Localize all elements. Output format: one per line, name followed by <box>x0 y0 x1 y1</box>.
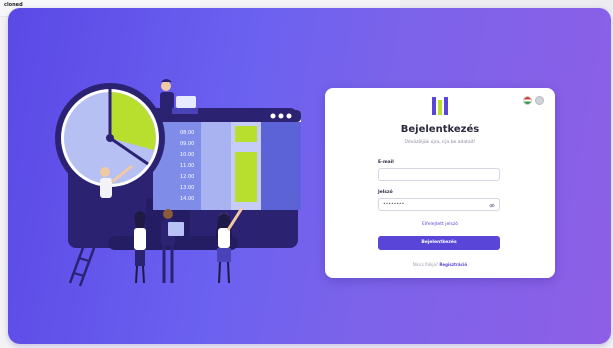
time-label: 09.00 <box>180 141 194 147</box>
laptop-icon <box>176 96 196 108</box>
brand-logo <box>432 97 448 115</box>
register-prompt: Nincs fiókja? Regisztráció <box>325 262 555 267</box>
person-icon <box>161 81 171 91</box>
hungarian-flag-icon[interactable] <box>523 96 532 105</box>
time-label: 13.00 <box>180 185 194 191</box>
person-icon <box>163 209 173 219</box>
time-label: 12.00 <box>180 174 194 180</box>
calendar-event-block <box>235 152 257 202</box>
english-flag-icon[interactable] <box>535 96 544 105</box>
login-subtitle: Üdvözöljük újra, írja be adatait! <box>404 140 476 145</box>
time-label: 10.00 <box>180 152 194 158</box>
book-icon <box>168 222 184 236</box>
login-button[interactable]: Bejelentkezés <box>378 236 500 250</box>
register-link[interactable]: Regisztráció <box>439 262 467 267</box>
time-label: 11.00 <box>180 163 194 169</box>
no-account-text: Nincs fiókja? <box>412 262 439 267</box>
password-field[interactable] <box>378 198 500 211</box>
time-label: 08.00 <box>180 130 194 136</box>
login-form-panel: Bejelentkezés Üdvözöljük újra, írja be a… <box>325 88 555 278</box>
login-title: Bejelentkezés <box>400 124 480 135</box>
show-password-eye-icon[interactable] <box>489 203 495 208</box>
calendar-team-illustration: 08.00 09.00 10.00 11.00 12.00 13.00 14.0… <box>55 79 301 287</box>
login-page-card: 08.00 09.00 10.00 11.00 12.00 13.00 14.0… <box>8 8 611 344</box>
email-label: E-mail <box>378 160 394 165</box>
person-icon <box>100 167 110 177</box>
calendar-event-block <box>235 126 257 142</box>
forgot-password-link[interactable]: Elfelejtett jelszó <box>325 222 555 227</box>
email-field[interactable] <box>378 168 500 181</box>
password-label: Jelszó <box>378 190 393 195</box>
language-switcher[interactable] <box>523 96 544 105</box>
time-label: 14.00 <box>180 196 194 202</box>
